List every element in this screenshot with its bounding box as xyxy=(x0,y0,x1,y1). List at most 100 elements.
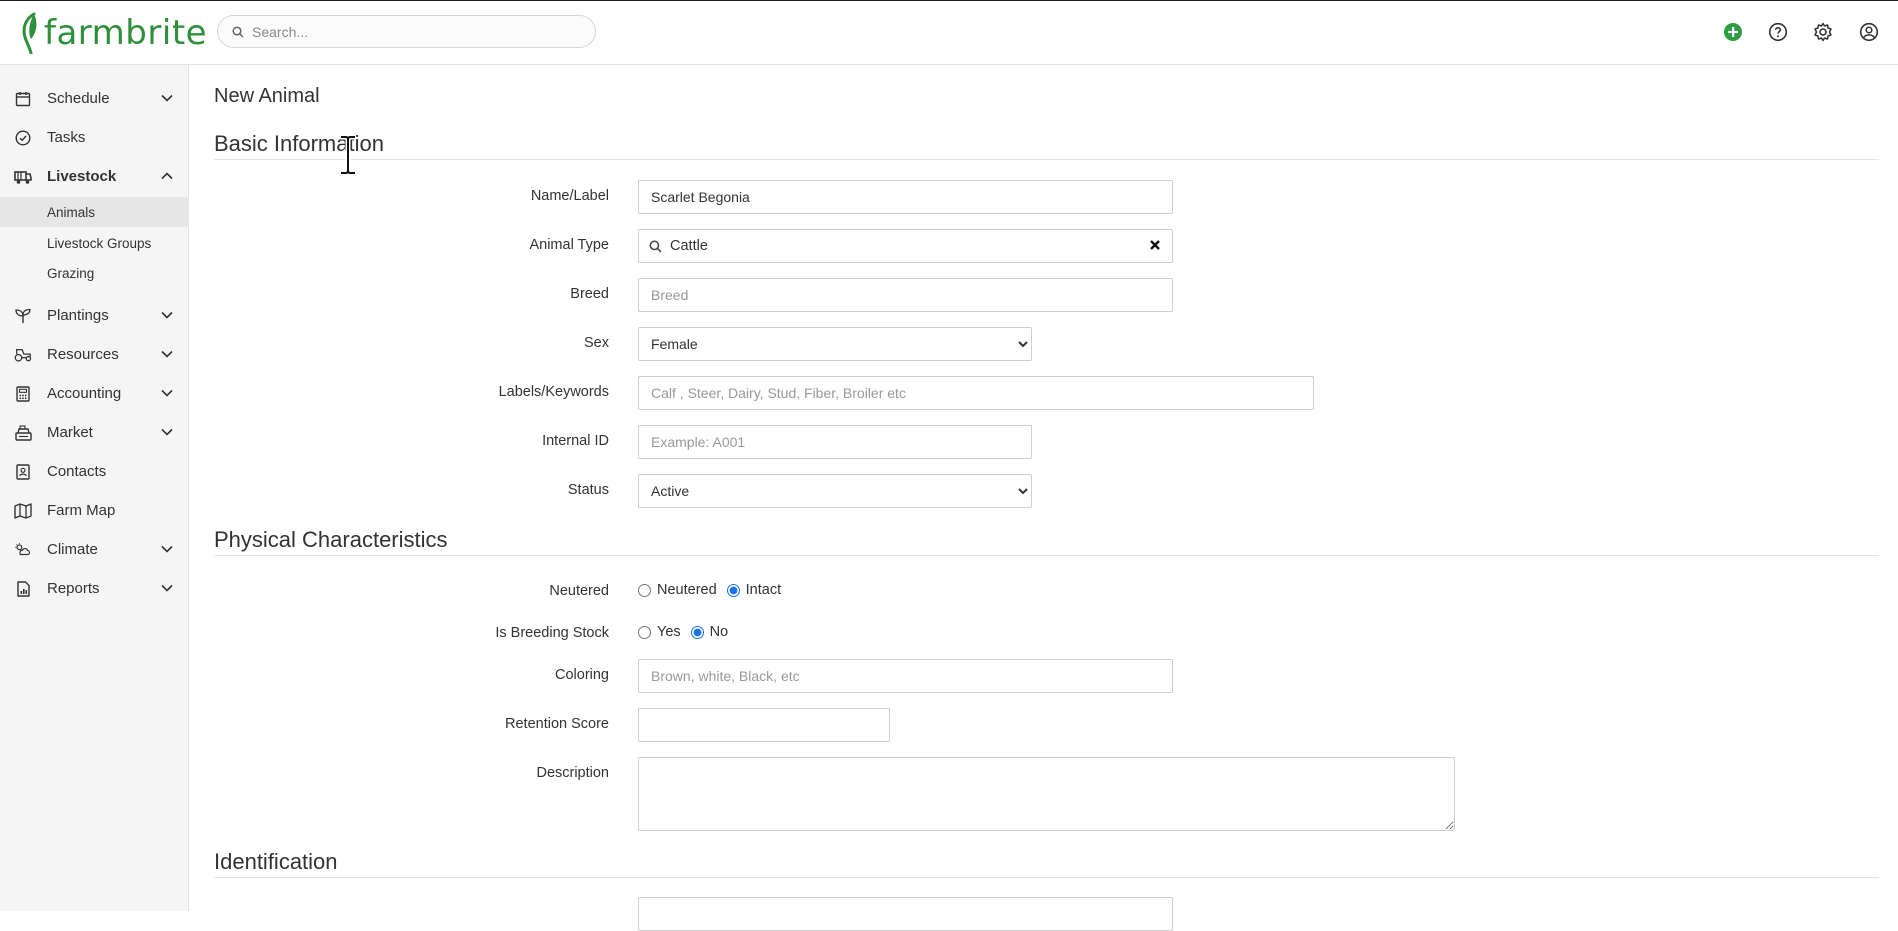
sidebar-item-reports[interactable]: Reports xyxy=(0,569,189,608)
neutered-option-label: Neutered xyxy=(657,582,717,598)
chevron-down-icon xyxy=(160,542,174,556)
sidebar-item-label: Accounting xyxy=(47,385,122,402)
text-cursor-icon xyxy=(341,135,355,175)
sidebar-item-plantings[interactable]: Plantings xyxy=(0,296,189,335)
sidebar-item-label: Livestock xyxy=(47,168,117,185)
leaf-logo-icon xyxy=(22,12,37,54)
neutered-option[interactable]: Neutered xyxy=(638,582,717,598)
neutered-label: Neutered xyxy=(549,583,609,599)
global-search[interactable] xyxy=(217,15,596,48)
intact-option-label: Intact xyxy=(745,582,782,598)
sidebar-item-label: Resources xyxy=(47,346,119,363)
animal-type-value: Cattle xyxy=(670,238,708,254)
sidebar-subitem-label: Animals xyxy=(47,204,96,220)
sidebar-item-label: Plantings xyxy=(47,307,109,324)
breeding-yes-option[interactable]: Yes xyxy=(638,624,681,640)
weather-icon xyxy=(14,541,32,559)
chevron-down-icon xyxy=(160,425,174,439)
section-title-physical-characteristics: Physical Characteristics xyxy=(214,527,448,552)
chevron-down-icon xyxy=(160,386,174,400)
intact-option[interactable]: Intact xyxy=(726,582,782,598)
sidebar-item-livestock[interactable]: Livestock xyxy=(0,157,189,196)
breeding-no-label: No xyxy=(709,624,729,640)
internal-id-input[interactable] xyxy=(638,425,1032,459)
add-new-icon[interactable] xyxy=(1722,21,1744,43)
section-title-identification: Identification xyxy=(214,849,338,874)
intact-radio[interactable] xyxy=(726,583,740,597)
sidebar-item-market[interactable]: Market xyxy=(0,413,189,452)
sidebar-item-label: Farm Map xyxy=(47,502,116,519)
breeding-yes-radio[interactable] xyxy=(638,625,651,639)
calculator-icon xyxy=(14,385,32,403)
sidebar-item-accounting[interactable]: Accounting xyxy=(0,374,189,413)
name-label: Name/Label xyxy=(530,188,609,204)
sidebar-subitem-animals[interactable]: Animals xyxy=(0,197,189,227)
chevron-down-icon xyxy=(160,581,174,595)
sidebar-subitem-livestock-groups[interactable]: Livestock Groups xyxy=(0,228,189,258)
help-icon[interactable] xyxy=(1767,21,1789,43)
status-select[interactable]: Active xyxy=(638,474,1032,508)
chevron-down-icon xyxy=(160,347,174,361)
retention-score-input[interactable] xyxy=(638,708,890,742)
sprout-icon xyxy=(14,307,32,325)
sidebar-nav: Schedule Tasks Livestock Animals Livesto… xyxy=(0,65,189,911)
farmbrite-logo[interactable]: farmbrite xyxy=(20,11,207,55)
main-content: New Animal Basic Information Name/Label … xyxy=(189,65,1898,931)
identification-field-partial[interactable] xyxy=(638,897,1173,931)
map-icon xyxy=(14,502,32,520)
breeding-stock-label: Is Breeding Stock xyxy=(495,625,609,641)
search-input[interactable] xyxy=(250,22,584,41)
sidebar-item-label: Climate xyxy=(47,541,98,558)
breeding-yes-label: Yes xyxy=(657,624,681,640)
sidebar-item-schedule[interactable]: Schedule xyxy=(0,79,189,118)
calendar-icon xyxy=(14,90,32,108)
report-icon xyxy=(14,580,32,598)
coloring-label: Coloring xyxy=(555,667,609,683)
sex-label: Sex xyxy=(584,335,609,351)
breed-label: Breed xyxy=(570,286,609,302)
internal-id-label: Internal ID xyxy=(542,433,609,449)
sidebar-subitem-grazing[interactable]: Grazing xyxy=(0,258,189,288)
livestock-trailer-icon xyxy=(14,168,32,186)
status-label: Status xyxy=(567,482,609,498)
clear-icon[interactable] xyxy=(1148,238,1162,252)
description-label: Description xyxy=(536,765,609,781)
sidebar-item-climate[interactable]: Climate xyxy=(0,530,189,569)
search-icon xyxy=(649,240,662,252)
sidebar-item-contacts[interactable]: Contacts xyxy=(0,452,189,491)
section-divider xyxy=(214,159,1879,160)
sidebar-item-label: Schedule xyxy=(47,90,110,107)
cash-register-icon xyxy=(14,424,32,442)
sidebar-item-label: Contacts xyxy=(47,463,107,480)
contact-book-icon xyxy=(14,463,32,481)
labels-keywords-label: Labels/Keywords xyxy=(498,384,609,400)
user-account-icon[interactable] xyxy=(1858,21,1880,43)
gear-icon[interactable] xyxy=(1812,21,1834,43)
chevron-up-icon xyxy=(160,169,174,183)
labels-keywords-input[interactable] xyxy=(638,376,1314,410)
sidebar-item-label: Tasks xyxy=(47,129,86,146)
animal-type-combobox[interactable]: Cattle xyxy=(638,229,1173,263)
description-textarea[interactable] xyxy=(638,757,1455,831)
name-input[interactable] xyxy=(638,180,1173,214)
sidebar-item-resources[interactable]: Resources xyxy=(0,335,189,374)
retention-score-label: Retention Score xyxy=(505,716,609,732)
sidebar-subitem-label: Grazing xyxy=(47,265,95,281)
breeding-no-option[interactable]: No xyxy=(690,624,729,640)
coloring-input[interactable] xyxy=(638,659,1173,693)
search-icon xyxy=(232,25,244,38)
sidebar-item-tasks[interactable]: Tasks xyxy=(0,118,189,157)
chevron-down-icon xyxy=(160,308,174,322)
section-divider xyxy=(214,555,1879,556)
sidebar-item-label: Reports xyxy=(47,580,100,597)
breeding-no-radio[interactable] xyxy=(690,625,704,639)
sidebar-item-label: Market xyxy=(47,424,93,441)
chevron-down-icon xyxy=(160,91,174,105)
sidebar-subitem-label: Livestock Groups xyxy=(47,235,152,251)
logo-text: farmbrite xyxy=(44,13,208,53)
section-title-basic-information: Basic Information xyxy=(214,131,384,156)
sidebar-item-farm-map[interactable]: Farm Map xyxy=(0,491,189,530)
sex-select[interactable]: Female xyxy=(638,327,1032,361)
breed-input[interactable] xyxy=(638,278,1173,312)
neutered-radio[interactable] xyxy=(638,583,651,597)
